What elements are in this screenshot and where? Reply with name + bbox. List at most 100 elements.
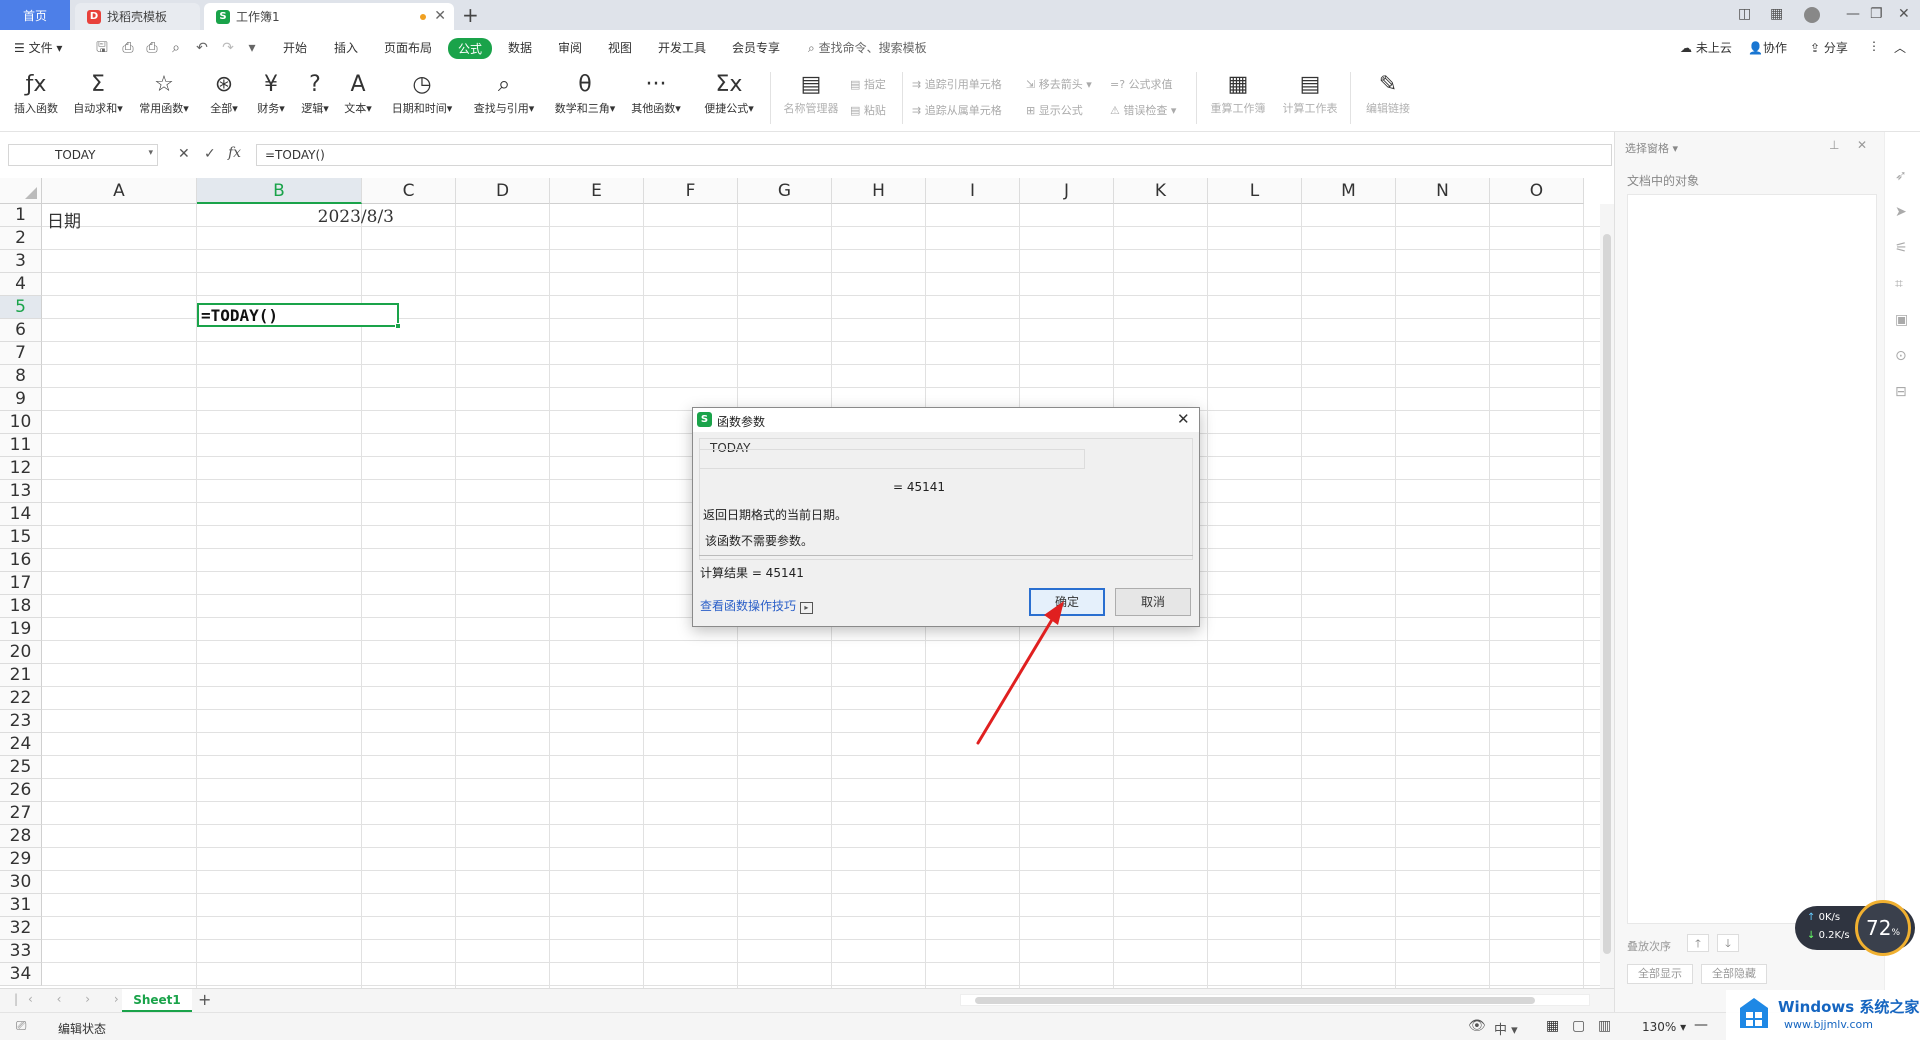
row-header-30[interactable]: 30 xyxy=(0,871,42,894)
close-pane-icon[interactable]: ✕ xyxy=(1857,138,1867,152)
row-header-16[interactable]: 16 xyxy=(0,549,42,572)
apps-grid-icon[interactable]: ▦ xyxy=(1770,6,1783,22)
cell-a1[interactable]: 日期 xyxy=(47,207,81,232)
macro-icon[interactable]: ⎚ xyxy=(16,1019,26,1034)
row-header-17[interactable]: 17 xyxy=(0,572,42,595)
avatar[interactable] xyxy=(1804,7,1820,23)
column-header-j[interactable]: J xyxy=(1020,178,1114,204)
minimize-icon[interactable]: — xyxy=(1846,6,1860,22)
move-down-icon[interactable]: 🡓 xyxy=(1717,934,1739,952)
zoom-level[interactable]: 130% ▾ xyxy=(1642,1020,1686,1034)
row-header-23[interactable]: 23 xyxy=(0,710,42,733)
file-menu[interactable]: ☰ 文件 ▾ xyxy=(14,39,62,56)
column-header-f[interactable]: F xyxy=(644,178,738,204)
cancel-edit-icon[interactable]: ✕ xyxy=(178,146,190,162)
book-icon[interactable]: ⊟ xyxy=(1895,384,1907,400)
ribbon-button-7[interactable]: ◷ 日期和时间▾ xyxy=(386,70,458,116)
confirm-edit-icon[interactable]: ✓ xyxy=(204,146,216,162)
layout-icon[interactable]: ◫ xyxy=(1738,6,1751,22)
row-header-34[interactable]: 34 xyxy=(0,963,42,986)
row-header-18[interactable]: 18 xyxy=(0,595,42,618)
ime-indicator[interactable]: 中 ▾ xyxy=(1494,1019,1518,1038)
column-header-c[interactable]: C xyxy=(362,178,456,204)
selection-pane-title[interactable]: 选择窗格 ▾ xyxy=(1625,140,1678,156)
name-manager-button[interactable]: ▤ 名称管理器 xyxy=(780,70,842,116)
name-box[interactable]: TODAY ▾ xyxy=(8,144,158,166)
row-header-33[interactable]: 33 xyxy=(0,940,42,963)
menu-view[interactable]: 视图 xyxy=(608,39,632,56)
paste-name-button[interactable]: ▤ 粘贴 xyxy=(850,102,886,118)
column-header-o[interactable]: O xyxy=(1490,178,1584,204)
column-header-d[interactable]: D xyxy=(456,178,550,204)
show-formulas-button[interactable]: ⊞ 显示公式 xyxy=(1026,102,1083,118)
recalc-book-button[interactable]: ▦ 重算工作簿 xyxy=(1206,70,1270,116)
move-up-icon[interactable]: 🡑 xyxy=(1687,934,1709,952)
tab-home[interactable]: 首页 xyxy=(0,0,70,30)
column-header-a[interactable]: A xyxy=(42,178,197,204)
menu-page-layout[interactable]: 页面布局 xyxy=(384,39,432,56)
new-tab-button[interactable]: + xyxy=(462,3,479,27)
ribbon-button-6[interactable]: A 文本▾ xyxy=(338,70,378,116)
menu-data[interactable]: 数据 xyxy=(508,39,532,56)
row-header-28[interactable]: 28 xyxy=(0,825,42,848)
dialog-close-icon[interactable]: ✕ xyxy=(1177,410,1190,428)
menu-insert[interactable]: 插入 xyxy=(334,39,358,56)
ribbon-button-11[interactable]: Σx 便捷公式▾ xyxy=(694,70,764,116)
page-layout-view-icon[interactable]: ▢ xyxy=(1572,1018,1585,1034)
page-break-view-icon[interactable]: ▥ xyxy=(1598,1018,1611,1034)
calc-sheet-button[interactable]: ▤ 计算工作表 xyxy=(1278,70,1342,116)
pin-icon[interactable]: ⊥ xyxy=(1829,138,1839,152)
chevron-down-icon[interactable]: ▾ xyxy=(244,40,260,56)
remove-arrows-button[interactable]: ⇲ 移去箭头 ▾ xyxy=(1026,76,1092,92)
menu-member[interactable]: 会员专享 xyxy=(732,39,780,56)
horizontal-scroll-thumb[interactable] xyxy=(975,997,1535,1004)
collapse-ribbon-icon[interactable]: ︿ xyxy=(1894,39,1906,56)
column-header-m[interactable]: M xyxy=(1302,178,1396,204)
column-header-l[interactable]: L xyxy=(1208,178,1302,204)
column-header-i[interactable]: I xyxy=(926,178,1020,204)
print-icon[interactable]: ⎙ xyxy=(144,40,160,56)
rocket-icon[interactable]: ➶ xyxy=(1895,168,1907,184)
column-header-g[interactable]: G xyxy=(738,178,832,204)
row-header-3[interactable]: 3 xyxy=(0,250,42,273)
ribbon-button-10[interactable]: ··· 其他函数▾ xyxy=(624,70,688,116)
ribbon-button-5[interactable]: ? 逻辑▾ xyxy=(296,70,334,116)
horizontal-scrollbar[interactable] xyxy=(960,994,1590,1006)
active-cell-b5[interactable]: =TODAY() xyxy=(197,303,401,329)
restore-icon[interactable]: ❐ xyxy=(1870,6,1883,22)
column-header-b[interactable]: B xyxy=(197,178,362,204)
menu-developer[interactable]: 开发工具 xyxy=(658,39,706,56)
trace-dependents-button[interactable]: ⇉ 追踪从属单元格 xyxy=(912,102,1002,118)
column-header-n[interactable]: N xyxy=(1396,178,1490,204)
row-header-31[interactable]: 31 xyxy=(0,894,42,917)
command-search[interactable]: ⌕ 查找命令、搜索模板 xyxy=(808,39,927,56)
select-all-corner[interactable] xyxy=(0,178,42,204)
row-header-2[interactable]: 2 xyxy=(0,227,42,250)
row-header-1[interactable]: 1 xyxy=(0,204,42,227)
add-sheet-button[interactable]: + xyxy=(198,990,211,1009)
vertical-scrollbar[interactable] xyxy=(1600,204,1614,988)
row-header-11[interactable]: 11 xyxy=(0,434,42,457)
help-link[interactable]: 查看函数操作技巧 ▸ xyxy=(700,597,813,614)
row-header-12[interactable]: 12 xyxy=(0,457,42,480)
row-header-19[interactable]: 19 xyxy=(0,618,42,641)
tab-template[interactable]: D 找稻壳模板 xyxy=(75,3,200,30)
row-header-4[interactable]: 4 xyxy=(0,273,42,296)
row-header-10[interactable]: 10 xyxy=(0,411,42,434)
sliders-icon[interactable]: ⚟ xyxy=(1895,240,1908,256)
ribbon-button-1[interactable]: Σ 自动求和▾ xyxy=(68,70,128,116)
row-header-9[interactable]: 9 xyxy=(0,388,42,411)
column-header-h[interactable]: H xyxy=(832,178,926,204)
row-header-25[interactable]: 25 xyxy=(0,756,42,779)
column-header-k[interactable]: K xyxy=(1114,178,1208,204)
share-button[interactable]: ⇪ 分享 xyxy=(1810,39,1848,56)
ribbon-button-3[interactable]: ⊛ 全部▾ xyxy=(204,70,244,116)
menu-start[interactable]: 开始 xyxy=(283,39,307,56)
row-header-29[interactable]: 29 xyxy=(0,848,42,871)
hide-all-button[interactable]: 全部隐藏 xyxy=(1701,964,1767,984)
cell-b1[interactable]: 2023/8/3 xyxy=(198,207,394,227)
ribbon-button-0[interactable]: ƒx 插入函数 xyxy=(8,70,64,116)
undo-icon[interactable]: ↶ xyxy=(194,40,210,56)
image-icon[interactable]: ▣ xyxy=(1895,312,1908,328)
fx-icon[interactable]: fx xyxy=(228,145,241,161)
